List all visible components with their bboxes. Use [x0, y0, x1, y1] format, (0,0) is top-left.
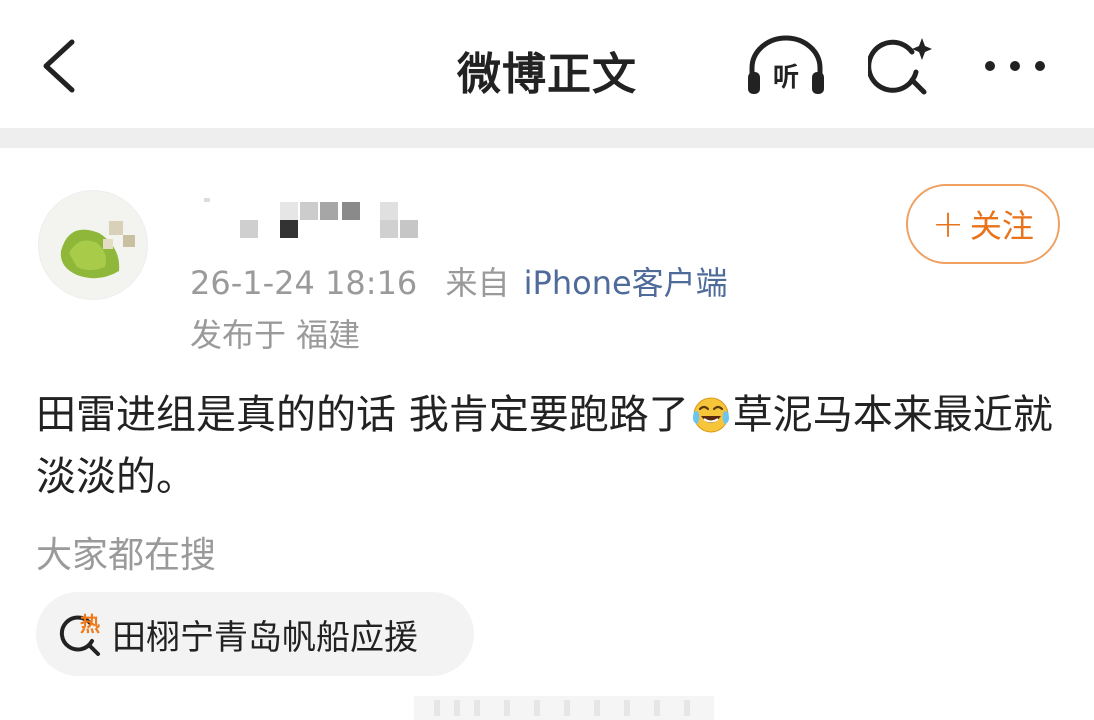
- username-censored[interactable]: [190, 190, 450, 242]
- post-timestamp: 26-1-24 18:16: [190, 264, 418, 302]
- top-nav-bar: 微博正文 听: [0, 0, 1094, 128]
- trending-search-label: 大家都在搜: [36, 535, 217, 576]
- hot-topic-label: 田栩宁青岛帆船应援: [112, 617, 418, 658]
- plus-icon: +: [932, 202, 964, 246]
- post-text: 田雷进组是真的的话 我肯定要跑路了 草泥马本来最近就淡淡的。: [36, 384, 1066, 508]
- hot-search-chip[interactable]: 热 田栩宁青岛帆船应援: [36, 592, 474, 676]
- avatar-image: [60, 221, 135, 279]
- avatar[interactable]: [38, 190, 148, 300]
- source-link[interactable]: iPhone客户端: [524, 264, 728, 302]
- post-location: 发布于 福建: [190, 316, 361, 354]
- more-options-button[interactable]: [980, 46, 1050, 86]
- search-sparkle-icon: [866, 38, 932, 95]
- hot-search-icon: 热: [59, 612, 100, 656]
- headphones-icon: 听: [748, 35, 824, 94]
- watermark: [414, 690, 714, 720]
- section-divider: [0, 128, 1094, 148]
- follow-button[interactable]: + 关注: [906, 184, 1060, 264]
- source-prefix: 来自: [445, 264, 510, 302]
- listen-button[interactable]: 听: [744, 34, 828, 98]
- follow-label: 关注: [969, 207, 1034, 245]
- hot-badge: 热: [80, 612, 100, 636]
- listen-label: 听: [773, 63, 799, 93]
- search-button[interactable]: [866, 34, 934, 98]
- post-text-part1: 田雷进组是真的的话 我肯定要跑路了: [36, 392, 689, 438]
- post-meta: 26-1-24 18:16 来自 iPhone客户端: [190, 258, 728, 304]
- more-dots-icon: [985, 61, 1045, 71]
- crying-laughing-emoji-icon: [692, 397, 729, 433]
